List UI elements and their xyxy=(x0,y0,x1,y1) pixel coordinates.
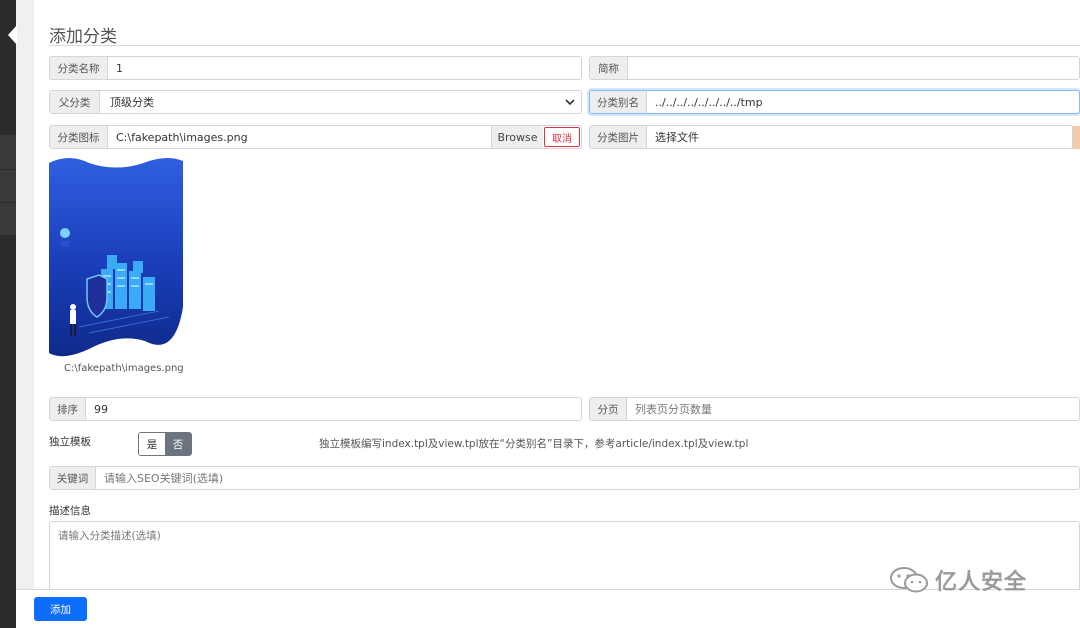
template-no-option[interactable]: 否 xyxy=(165,433,191,455)
keywords-input[interactable]: 请输入SEO关键词(选填) xyxy=(96,467,1079,489)
wechat-icon xyxy=(890,567,928,593)
category-name-label: 分类名称 xyxy=(50,57,108,79)
short-name-input[interactable] xyxy=(628,57,1079,79)
chevron-down-icon[interactable] xyxy=(559,91,581,113)
watermark: 亿人安全 xyxy=(889,564,1027,596)
paging-input[interactable]: 列表页分页数量 xyxy=(627,398,1079,420)
short-name-group: 简称 xyxy=(589,56,1080,80)
active-pointer xyxy=(8,25,17,45)
alias-group: 分类别名 ../../../../../../../../tmp xyxy=(589,90,1080,114)
template-yes-option[interactable]: 是 xyxy=(139,433,165,455)
alias-label: 分类别名 xyxy=(590,91,647,113)
sidebar-item[interactable] xyxy=(0,203,16,235)
description-label: 描述信息 xyxy=(49,505,91,517)
cancel-button[interactable]: 取消 xyxy=(544,127,580,147)
title-divider xyxy=(49,45,1080,46)
short-name-label: 简称 xyxy=(590,57,628,79)
keywords-group: 关键词 请输入SEO关键词(选填) xyxy=(49,466,1080,490)
sort-input[interactable]: 99 xyxy=(86,398,581,420)
icon-preview-image xyxy=(49,157,183,357)
add-button[interactable]: 添加 xyxy=(34,597,87,621)
paging-group: 分页 列表页分页数量 xyxy=(589,397,1080,421)
sort-group: 排序 99 xyxy=(49,397,582,421)
image-file-input[interactable]: 选择文件 xyxy=(647,126,1072,148)
category-name-input[interactable]: 1 xyxy=(108,57,581,79)
icon-file-input[interactable]: C:\fakepath\images.png xyxy=(108,126,491,148)
image-file-label: 分类图片 xyxy=(590,126,647,148)
page-title: 添加分类 xyxy=(49,27,117,47)
template-toggle: 是 否 xyxy=(138,432,192,456)
watermark-text: 亿人安全 xyxy=(935,570,1028,595)
image-file-button[interactable] xyxy=(1072,126,1080,149)
alias-input[interactable]: ../../../../../../../../tmp xyxy=(647,91,1079,113)
parent-category-select[interactable]: 顶级分类 xyxy=(100,91,559,113)
template-label: 独立模板 xyxy=(49,436,91,448)
icon-file-group: 分类图标 C:\fakepath\images.png Browse 取消 xyxy=(49,125,582,149)
category-name-group: 分类名称 1 xyxy=(49,56,582,80)
parent-category-label: 父分类 xyxy=(50,91,100,113)
parent-category-group: 父分类 顶级分类 xyxy=(49,90,582,114)
sidebar xyxy=(0,0,17,628)
template-hint: 独立模板编写index.tpl及view.tpl放在“分类别名”目录下，参考ar… xyxy=(319,438,749,450)
preview-caption: C:\fakepath\images.png xyxy=(64,363,184,374)
paging-label: 分页 xyxy=(590,398,627,420)
browse-button[interactable]: Browse xyxy=(491,126,543,148)
sort-label: 排序 xyxy=(50,398,86,420)
icon-file-label: 分类图标 xyxy=(50,126,108,148)
image-file-group: 分类图片 选择文件 xyxy=(589,125,1073,149)
keywords-label: 关键词 xyxy=(50,467,96,489)
sidebar-item[interactable] xyxy=(0,170,16,202)
sidebar-item[interactable] xyxy=(0,135,16,169)
